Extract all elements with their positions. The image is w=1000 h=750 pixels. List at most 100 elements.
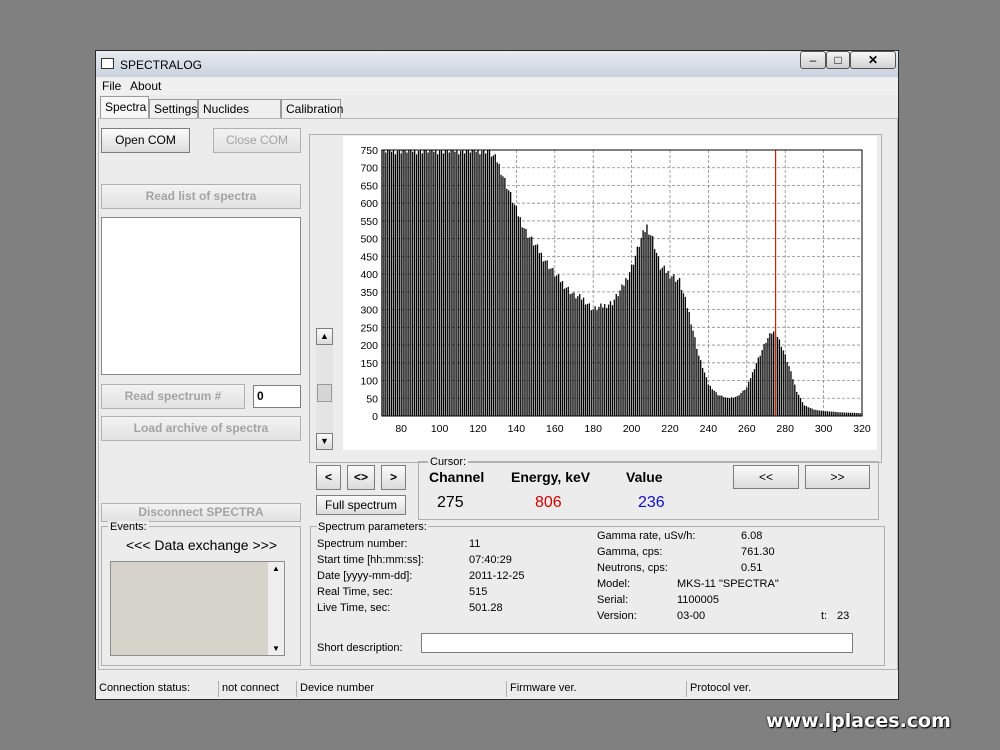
firmware-version-label: Firmware ver. bbox=[506, 681, 686, 697]
title-bar[interactable] bbox=[96, 51, 898, 77]
chart-vertical-scrollbar[interactable]: ▲ ▼ bbox=[316, 328, 334, 450]
next-spectrum-button[interactable]: >> bbox=[805, 465, 870, 489]
tab-settings[interactable]: Settings bbox=[149, 99, 198, 118]
y-tick-label: 0 bbox=[372, 411, 378, 423]
y-tick-label: 200 bbox=[360, 340, 378, 352]
param-value: 11 bbox=[469, 538, 481, 550]
x-tick-label: 180 bbox=[584, 423, 602, 435]
scroll-down-icon[interactable]: ▼ bbox=[272, 644, 280, 653]
maximize-icon[interactable]: □ bbox=[826, 51, 850, 69]
disconnect-button[interactable]: Disconnect SPECTRA bbox=[101, 503, 301, 522]
menu-about[interactable]: About bbox=[130, 79, 161, 93]
tab-calibration[interactable]: Calibration bbox=[281, 99, 343, 118]
y-tick-label: 700 bbox=[360, 163, 378, 175]
y-tick-label: 150 bbox=[360, 358, 378, 370]
x-tick-label: 240 bbox=[700, 423, 718, 435]
window-title: SPECTRALOG bbox=[120, 58, 203, 72]
tab-spectra[interactable]: Spectra bbox=[100, 96, 149, 119]
x-tick-label: 260 bbox=[738, 423, 756, 435]
energy-value: 806 bbox=[535, 494, 562, 511]
load-archive-button[interactable]: Load archive of spectra bbox=[101, 416, 301, 441]
y-tick-label: 250 bbox=[360, 322, 378, 334]
x-tick-label: 120 bbox=[469, 423, 487, 435]
y-tick-label: 550 bbox=[360, 216, 378, 228]
energy-header: Energy, keV bbox=[511, 469, 591, 485]
param-value: 761.30 bbox=[741, 546, 775, 558]
device-number-label: Device number bbox=[296, 681, 506, 697]
events-label: Events: bbox=[108, 521, 149, 533]
chart-scroll-down-icon[interactable]: ▼ bbox=[316, 433, 333, 450]
spectrum-params-title: Spectrum parameters: bbox=[317, 521, 428, 533]
x-tick-label: 100 bbox=[431, 423, 449, 435]
param-label: Date [yyyy-mm-dd]: bbox=[317, 570, 413, 582]
watermark: www.lplaces.com bbox=[766, 710, 951, 732]
param-value: 1100005 bbox=[677, 594, 720, 606]
y-tick-label: 300 bbox=[360, 305, 378, 317]
param-label: Serial: bbox=[597, 594, 629, 606]
param-label: Live Time, sec: bbox=[317, 602, 391, 614]
events-log[interactable] bbox=[110, 561, 285, 656]
read-list-button[interactable]: Read list of spectra bbox=[101, 184, 301, 209]
short-description-input[interactable] bbox=[421, 633, 853, 653]
param-label: Neutrons, cps: bbox=[597, 562, 668, 574]
protocol-version-label: Protocol ver. bbox=[686, 681, 898, 697]
x-tick-label: 280 bbox=[776, 423, 794, 435]
param-value: MKS-11 "SPECTRA" bbox=[677, 578, 779, 590]
cursor-left-button[interactable]: < bbox=[316, 465, 341, 490]
param-value: 2011-12-25 bbox=[469, 570, 525, 582]
spectra-list[interactable] bbox=[101, 217, 301, 375]
y-tick-label: 350 bbox=[360, 287, 378, 299]
full-spectrum-button[interactable]: Full spectrum bbox=[316, 495, 406, 515]
connection-status-label: Connection status: bbox=[99, 682, 191, 694]
minimize-icon[interactable]: – bbox=[800, 51, 826, 69]
y-tick-label: 400 bbox=[360, 269, 378, 281]
param-label: Gamma rate, uSv/h: bbox=[597, 530, 696, 542]
param-label: Real Time, sec: bbox=[317, 586, 393, 598]
t-value: 23 bbox=[837, 610, 850, 622]
y-tick-label: 500 bbox=[360, 234, 378, 246]
param-value: 515 bbox=[469, 586, 488, 598]
param-label: Gamma, cps: bbox=[597, 546, 663, 558]
param-value: 07:40:29 bbox=[469, 554, 512, 566]
param-value: 501.28 bbox=[469, 602, 503, 614]
data-exchange-label: <<< Data exchange >>> bbox=[126, 537, 278, 553]
x-tick-label: 300 bbox=[815, 423, 833, 435]
events-scrollbar[interactable]: ▲ ▼ bbox=[268, 562, 284, 655]
x-tick-label: 220 bbox=[661, 423, 679, 435]
menu-file[interactable]: File bbox=[102, 79, 121, 93]
channel-header: Channel bbox=[429, 469, 485, 485]
spectrum-number-input[interactable]: 0 bbox=[253, 385, 301, 408]
close-icon[interactable]: ✕ bbox=[850, 51, 896, 69]
chart-scroll-up-icon[interactable]: ▲ bbox=[316, 328, 333, 345]
cursor-label: Cursor: bbox=[428, 456, 469, 468]
y-tick-label: 750 bbox=[360, 145, 378, 157]
param-label: Spectrum number: bbox=[317, 538, 408, 550]
close-com-button[interactable]: Close COM bbox=[213, 128, 301, 153]
channel-value: 275 bbox=[437, 494, 464, 511]
param-value: 03-00 bbox=[677, 610, 706, 622]
read-spectrum-button[interactable]: Read spectrum # bbox=[101, 384, 245, 409]
x-tick-label: 140 bbox=[508, 423, 526, 435]
tab-nuclides-library[interactable]: Nuclides library bbox=[198, 99, 281, 130]
y-tick-label: 450 bbox=[360, 251, 378, 263]
chart-scroll-thumb[interactable] bbox=[317, 384, 332, 402]
scroll-up-icon[interactable]: ▲ bbox=[272, 564, 280, 573]
param-label: Model: bbox=[597, 578, 631, 590]
spectrum-chart[interactable]: 0 50 100 150 200 250 300 350 400 450 500 550 600 650 7… bbox=[309, 134, 882, 463]
y-tick-label: 650 bbox=[360, 180, 378, 192]
open-com-button[interactable]: Open COM bbox=[101, 128, 190, 153]
value-header: Value bbox=[626, 469, 663, 485]
y-tick-label: 100 bbox=[360, 376, 378, 388]
x-tick-label: 200 bbox=[623, 423, 641, 435]
value-value: 236 bbox=[638, 494, 665, 511]
cursor-right-button[interactable]: > bbox=[381, 465, 406, 490]
menu-bar bbox=[96, 78, 898, 95]
y-tick-label: 600 bbox=[360, 198, 378, 210]
x-tick-label: 160 bbox=[546, 423, 564, 435]
param-value: 6.08 bbox=[741, 530, 763, 542]
previous-spectrum-button[interactable]: << bbox=[733, 465, 799, 489]
cursor-center-button[interactable]: <> bbox=[347, 465, 375, 490]
x-tick-label: 80 bbox=[395, 423, 407, 435]
param-label: Start time [hh:mm:ss]: bbox=[317, 554, 424, 566]
connection-status-value: not connect bbox=[218, 681, 296, 697]
